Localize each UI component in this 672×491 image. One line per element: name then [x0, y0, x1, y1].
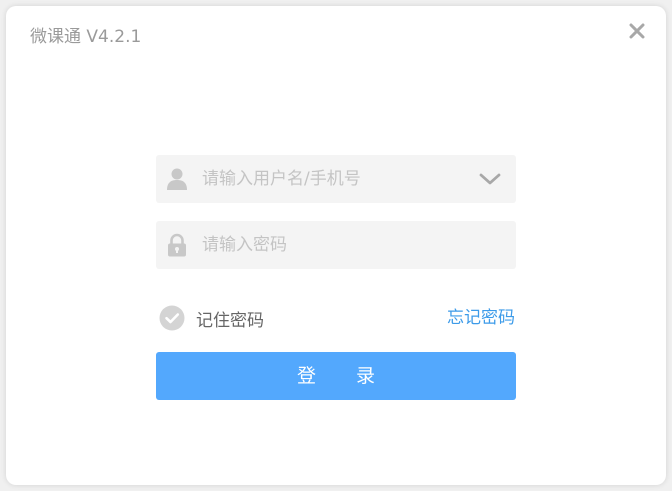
- password-input[interactable]: [202, 221, 462, 269]
- login-window: 微课通 V4.2.1 记住密码 忘记密: [6, 6, 666, 485]
- close-icon: [629, 23, 645, 39]
- remember-password-label: 记住密码: [196, 310, 264, 331]
- remember-password-checkbox[interactable]: 记住密码: [159, 305, 264, 331]
- password-field: [156, 221, 516, 269]
- check-circle-icon: [159, 305, 185, 331]
- chevron-down-icon: [479, 173, 501, 185]
- login-button[interactable]: 登录: [156, 352, 516, 400]
- lock-icon: [168, 233, 186, 257]
- username-input[interactable]: [202, 155, 462, 203]
- user-icon: [167, 168, 187, 190]
- window-title: 微课通 V4.2.1: [30, 27, 142, 47]
- username-field: [156, 155, 516, 203]
- account-dropdown-button[interactable]: [478, 167, 502, 191]
- forgot-password-link[interactable]: 忘记密码: [447, 307, 515, 329]
- close-button[interactable]: [626, 20, 648, 42]
